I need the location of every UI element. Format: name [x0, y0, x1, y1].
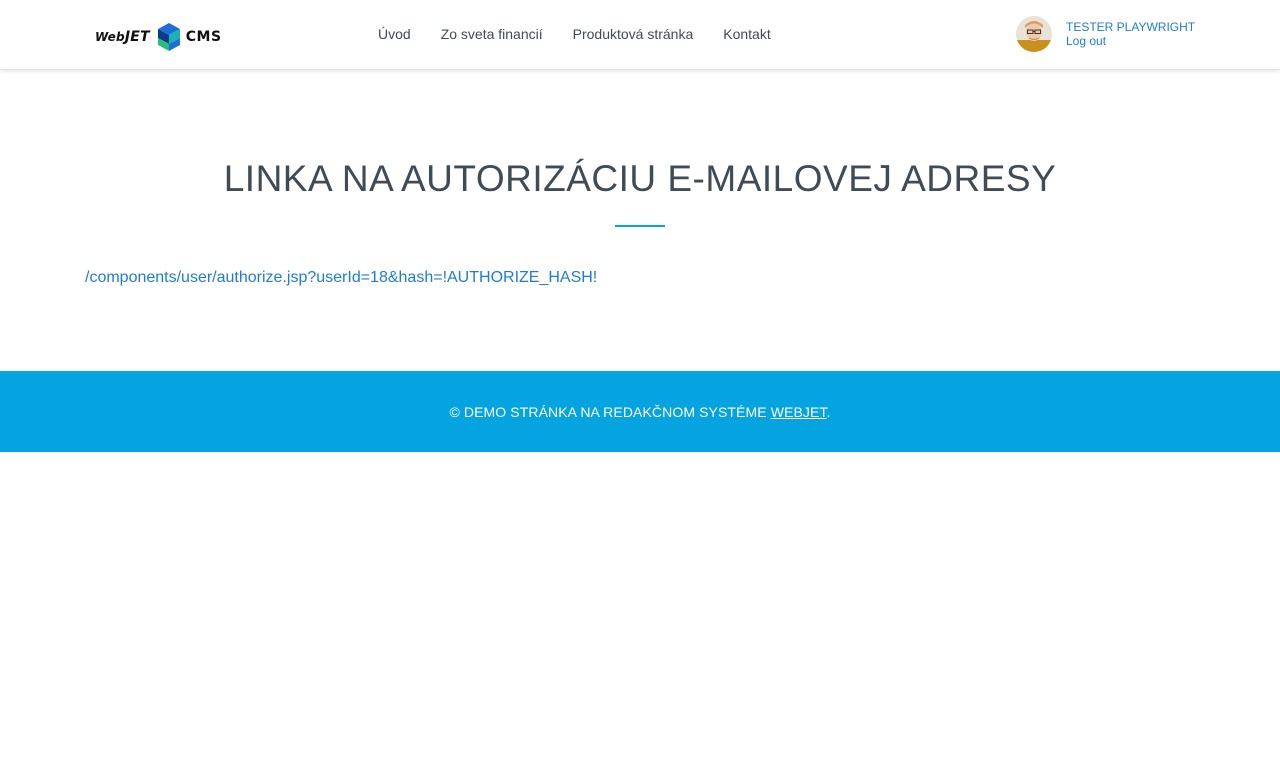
logo-word-jet: JET [124, 29, 150, 45]
logo-word-cms: CMS [185, 29, 222, 45]
authorization-link[interactable]: /components/user/authorize.jsp?userId=18… [85, 269, 597, 287]
title-underline-divider [615, 225, 665, 227]
logout-link[interactable]: Log out [1066, 34, 1195, 48]
nav-item-zo-sveta-financii[interactable]: Zo sveta financií [441, 26, 543, 42]
logo-cube-icon [157, 23, 180, 51]
logo-word-web: Web [95, 30, 125, 44]
nav-item-produktova-stranka[interactable]: Produktová stránka [573, 26, 694, 42]
user-panel: TESTER PLAYWRIGHT Log out [1016, 16, 1195, 52]
footer-text: © DEMO STRÁNKA NA REDAKČNOM SYSTÉME WEBJ… [449, 404, 830, 420]
footer-webjet-link[interactable]: WEBJET [771, 404, 827, 420]
nav-item-kontakt[interactable]: Kontakt [723, 26, 770, 42]
site-footer: © DEMO STRÁNKA NA REDAKČNOM SYSTÉME WEBJ… [0, 371, 1280, 452]
user-info: TESTER PLAYWRIGHT Log out [1066, 16, 1195, 48]
user-name: TESTER PLAYWRIGHT [1066, 20, 1196, 34]
main-nav: Úvod Zo sveta financií Produktová stránk… [378, 26, 801, 42]
page-title: LINKA NA AUTORIZÁCIU E-MAILOVEJ ADRESY [223, 158, 1057, 199]
footer-copyright: © DEMO STRÁNKA NA REDAKČNOM SYSTÉME [449, 403, 771, 420]
webjet-cms-logo[interactable]: Web JET CMS [95, 22, 231, 52]
site-header: Web JET CMS Úvod Zo sveta financií Produk… [0, 0, 1280, 70]
user-avatar-icon[interactable] [1016, 16, 1052, 52]
nav-item-uvod[interactable]: Úvod [378, 26, 411, 42]
footer-suffix: . [826, 403, 831, 420]
